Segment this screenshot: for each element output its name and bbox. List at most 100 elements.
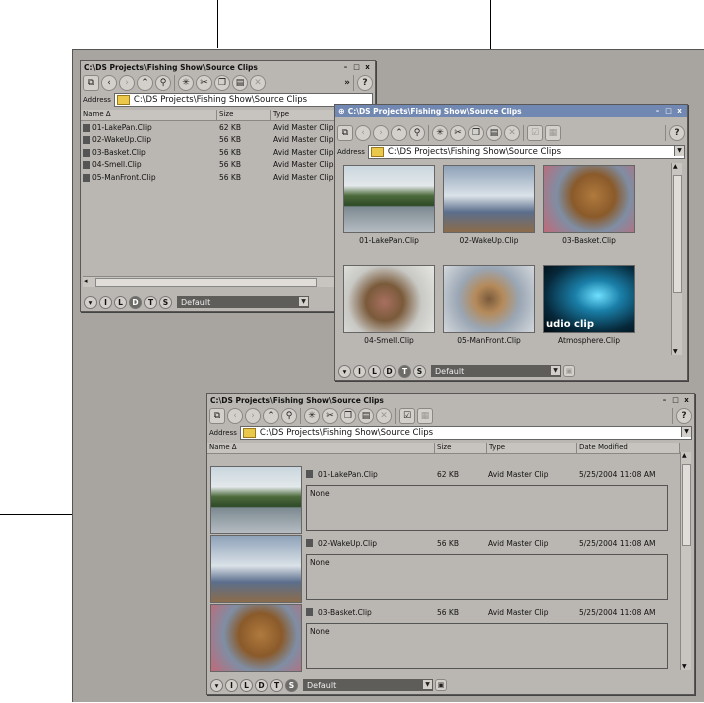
table-row[interactable]: 05-ManFront.Clip 56 KB Avid Master Clip bbox=[81, 171, 375, 184]
close-button[interactable]: x bbox=[363, 63, 372, 72]
view-details-button[interactable]: D bbox=[383, 364, 396, 378]
preset-select[interactable]: Default ▼ bbox=[303, 679, 433, 691]
column-size[interactable]: Size bbox=[435, 443, 487, 453]
thumbnail-item[interactable]: 02-WakeUp.Clip bbox=[443, 165, 535, 245]
column-type[interactable]: Type bbox=[487, 443, 577, 453]
up-icon[interactable]: ⌃ bbox=[263, 408, 279, 424]
table-row[interactable]: 02-WakeUp.Clip 56 KB Avid Master Clip bbox=[81, 134, 375, 147]
column-name[interactable]: Name ∆ bbox=[207, 443, 435, 453]
table-row[interactable]: 01-LakePan.Clip 62 KB Avid Master Clip bbox=[81, 121, 375, 134]
scroll-down-icon[interactable]: ▼ bbox=[682, 663, 687, 670]
chevron-down-icon[interactable]: ▼ bbox=[681, 427, 691, 437]
back-icon[interactable]: ‹ bbox=[101, 75, 117, 91]
new-icon[interactable]: ✳ bbox=[178, 75, 194, 91]
view-thumbnails-button[interactable]: T bbox=[270, 678, 283, 692]
column-name[interactable]: Name ∆ bbox=[81, 110, 217, 120]
scroll-left-icon[interactable]: ◂ bbox=[84, 277, 88, 285]
chevron-down-icon[interactable]: ▼ bbox=[674, 146, 684, 156]
view-storyboard-button[interactable]: S bbox=[285, 678, 298, 692]
view-storyboard-button[interactable]: S bbox=[413, 364, 426, 378]
scroll-thumb[interactable] bbox=[673, 175, 682, 293]
properties-icon[interactable]: ☑ bbox=[527, 125, 543, 141]
toolbar-more-icon[interactable]: » bbox=[344, 78, 350, 88]
view-list-button[interactable]: L bbox=[240, 678, 253, 692]
paste-icon[interactable]: ▤ bbox=[232, 75, 248, 91]
copy-icon[interactable]: ❐ bbox=[468, 125, 484, 141]
new-icon[interactable]: ✳ bbox=[432, 125, 448, 141]
minimize-button[interactable]: – bbox=[653, 107, 662, 116]
address-field[interactable]: C:\DS Projects\Fishing Show\Source Clips… bbox=[239, 426, 692, 440]
delete-icon[interactable]: ✕ bbox=[376, 408, 392, 424]
browse-icon[interactable]: ⧉ bbox=[337, 125, 353, 141]
title-bar[interactable]: C:\DS Projects\Fishing Show\Source Clips… bbox=[207, 394, 694, 406]
view-storyboard-button[interactable]: S bbox=[159, 295, 172, 309]
thumbnail-item[interactable]: 03-Basket.Clip bbox=[543, 165, 635, 245]
copy-icon[interactable]: ❐ bbox=[214, 75, 230, 91]
table-row[interactable]: 03-Basket.Clip 56 KB Avid Master Clip bbox=[81, 146, 375, 159]
vertical-scrollbar[interactable]: ▲ ▼ bbox=[671, 163, 682, 355]
vertical-scrollbar[interactable]: ▲ ▼ bbox=[680, 452, 691, 670]
save-preset-icon[interactable]: ▣ bbox=[563, 365, 575, 377]
view-icons-button[interactable]: I bbox=[353, 364, 366, 378]
delete-icon[interactable]: ✕ bbox=[250, 75, 266, 91]
thumbnail-item[interactable]: 05-ManFront.Clip bbox=[443, 265, 535, 345]
notes-field[interactable]: None bbox=[306, 485, 668, 531]
up-icon[interactable]: ⌃ bbox=[137, 75, 153, 91]
help-button[interactable]: ? bbox=[357, 75, 373, 91]
view-icons-button[interactable]: I bbox=[225, 678, 238, 692]
view-thumbnails-button[interactable]: T bbox=[144, 295, 157, 309]
scroll-up-icon[interactable]: ▲ bbox=[682, 452, 687, 459]
maximize-button[interactable]: □ bbox=[352, 63, 361, 72]
title-bar[interactable]: ⊕ C:\DS Projects\Fishing Show\Source Cli… bbox=[335, 105, 687, 117]
close-button[interactable]: x bbox=[682, 396, 691, 405]
grid-icon[interactable]: ▦ bbox=[417, 408, 433, 424]
preset-select[interactable]: Default ▼ bbox=[177, 296, 309, 308]
back-icon[interactable]: ‹ bbox=[227, 408, 243, 424]
paste-icon[interactable]: ▤ bbox=[486, 125, 502, 141]
cut-icon[interactable]: ✂ bbox=[196, 75, 212, 91]
grid-icon[interactable]: ▦ bbox=[545, 125, 561, 141]
close-button[interactable]: x bbox=[675, 107, 684, 116]
view-list-button[interactable]: L bbox=[368, 364, 381, 378]
address-field[interactable]: C:\DS Projects\Fishing Show\Source Clips… bbox=[367, 145, 685, 159]
title-bar[interactable]: C:\DS Projects\Fishing Show\Source Clips… bbox=[81, 61, 375, 73]
thumbnail-item[interactable]: udio clip Atmosphere.Clip bbox=[543, 265, 635, 345]
preset-select[interactable]: Default ▼ bbox=[431, 365, 561, 377]
view-icons-button[interactable]: I bbox=[99, 295, 112, 309]
copy-icon[interactable]: ❐ bbox=[340, 408, 356, 424]
maximize-button[interactable]: □ bbox=[671, 396, 680, 405]
maximize-button[interactable]: □ bbox=[664, 107, 673, 116]
up-icon[interactable]: ⌃ bbox=[391, 125, 407, 141]
table-row[interactable]: 04-Smell.Clip 56 KB Avid Master Clip bbox=[81, 159, 375, 172]
delete-icon[interactable]: ✕ bbox=[504, 125, 520, 141]
horizontal-scrollbar[interactable]: ◂ bbox=[83, 276, 373, 287]
view-list-button[interactable]: L bbox=[114, 295, 127, 309]
forward-icon[interactable]: › bbox=[373, 125, 389, 141]
scroll-thumb[interactable] bbox=[95, 278, 317, 287]
search-icon[interactable]: ⚲ bbox=[155, 75, 171, 91]
help-button[interactable]: ? bbox=[669, 125, 685, 141]
new-icon[interactable]: ✳ bbox=[304, 408, 320, 424]
save-preset-icon[interactable]: ▣ bbox=[435, 679, 447, 691]
scroll-up-icon[interactable]: ▲ bbox=[673, 163, 678, 170]
scroll-down-icon[interactable]: ▼ bbox=[673, 348, 678, 355]
browse-icon[interactable]: ⧉ bbox=[209, 408, 225, 424]
view-thumbnails-button[interactable]: T bbox=[398, 364, 411, 378]
options-menu-icon[interactable]: ▾ bbox=[84, 295, 97, 309]
column-date[interactable]: Date Modified bbox=[577, 443, 680, 453]
options-menu-icon[interactable]: ▾ bbox=[338, 364, 351, 378]
search-icon[interactable]: ⚲ bbox=[409, 125, 425, 141]
paste-icon[interactable]: ▤ bbox=[358, 408, 374, 424]
back-icon[interactable]: ‹ bbox=[355, 125, 371, 141]
view-details-button[interactable]: D bbox=[129, 295, 142, 309]
list-item[interactable]: 01-LakePan.Clip 62 KB Avid Master Clip 5… bbox=[210, 466, 680, 534]
cut-icon[interactable]: ✂ bbox=[322, 408, 338, 424]
properties-icon[interactable]: ☑ bbox=[399, 408, 415, 424]
options-menu-icon[interactable]: ▾ bbox=[210, 678, 223, 692]
thumbnail-item[interactable]: 01-LakePan.Clip bbox=[343, 165, 435, 245]
notes-field[interactable]: None bbox=[306, 554, 668, 600]
search-icon[interactable]: ⚲ bbox=[281, 408, 297, 424]
thumbnail-item[interactable]: 04-Smell.Clip bbox=[343, 265, 435, 345]
list-item[interactable]: 03-Basket.Clip 56 KB Avid Master Clip 5/… bbox=[210, 604, 680, 672]
forward-icon[interactable]: › bbox=[245, 408, 261, 424]
